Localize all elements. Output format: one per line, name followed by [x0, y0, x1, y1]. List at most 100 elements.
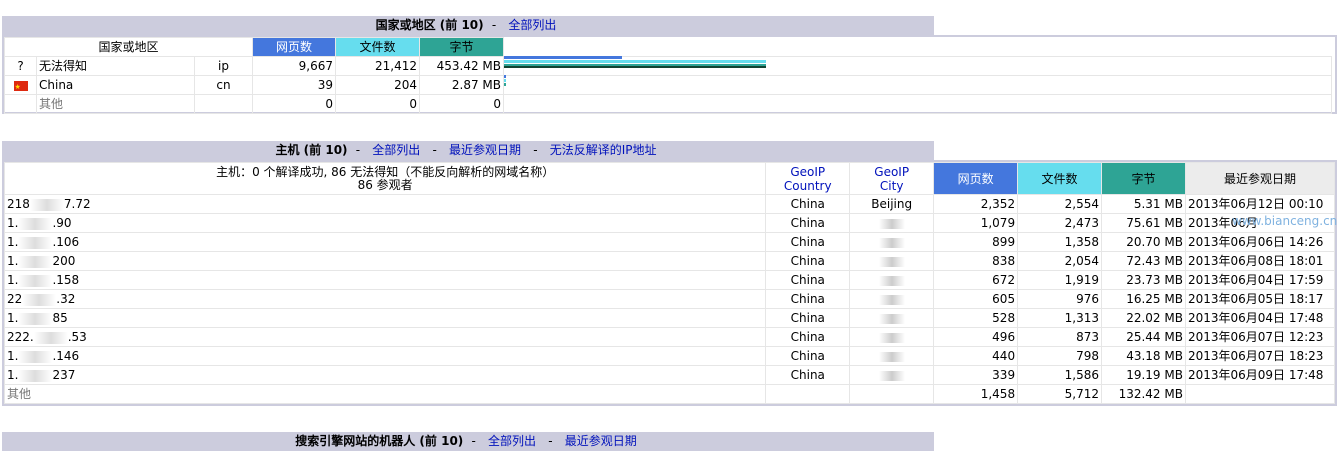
countries-list-all-link[interactable]: 全部列出	[508, 18, 556, 32]
files-value: 204	[335, 75, 420, 95]
hosts-summary-line2: 86 参观者	[357, 177, 413, 192]
col-files: 文件数	[335, 37, 420, 57]
separator: -	[491, 18, 497, 32]
host-ip-prefix: 1.	[7, 311, 19, 325]
hosts-list-all-link[interactable]: 全部列出	[372, 143, 420, 157]
bytes-value: 43.18 MB	[1101, 346, 1186, 366]
robots-title: 搜索引擎网站的机器人 (前 10)	[295, 434, 464, 448]
pages-value: 440	[933, 346, 1019, 366]
pages-value: 339	[933, 365, 1019, 385]
table-row: 1. 85 China 528 1,313 22.02 MB 2013年06月04日 17:…	[3, 308, 1336, 328]
host-ip-prefix: 222.	[7, 330, 34, 344]
redacted-mask	[18, 236, 53, 249]
redacted-mask	[878, 275, 905, 286]
files-value: 1,313	[1017, 308, 1102, 328]
bytes-value: 23.73 MB	[1101, 270, 1186, 290]
files-value: 1,358	[1017, 232, 1102, 252]
separator: -	[432, 143, 437, 157]
host-rows: 218 7.72 China Beijing 2,352 2,554 5.31 MB 2013…	[3, 194, 1336, 385]
country-name: 无法得知	[36, 56, 195, 76]
col-geoip-country[interactable]: GeoIP Country	[765, 162, 851, 195]
bytes-bar-shadow	[504, 66, 766, 68]
countries-title: 国家或地区 (前 10)	[375, 18, 484, 32]
pages-value: 9,667	[252, 56, 336, 76]
host-ip-suffix: 237	[52, 368, 76, 382]
geoip-city	[849, 251, 935, 271]
countries-table-box: 国家或地区 网页数 文件数 字节 ? 无法得知 ip 9,667 21,412 …	[2, 35, 1337, 114]
bar-area-header	[504, 38, 1332, 57]
files-bar	[504, 79, 506, 82]
host-ip-prefix: 1.	[7, 254, 19, 268]
redacted-mask	[878, 294, 905, 305]
files-bar	[504, 60, 766, 63]
files-value: 21,412	[335, 56, 420, 76]
bytes-value: 453.42 MB	[419, 56, 504, 76]
watermark: www.bianceng.cn	[1232, 214, 1338, 228]
bar-cell	[503, 75, 1332, 95]
redacted-mask	[878, 237, 905, 248]
bytes-value: 2.87 MB	[419, 75, 504, 95]
files-value: 873	[1017, 327, 1102, 347]
host-ip-prefix: 1.	[7, 273, 19, 287]
host-ip: 222. .53	[3, 327, 767, 347]
geoip-country: China	[765, 327, 851, 347]
host-ip: 1. 237	[3, 365, 767, 385]
geoip-country: China	[765, 308, 851, 328]
table-row: 1. .146 China 440 798 43.18 MB 2013年06月07日 18:…	[3, 346, 1336, 366]
col-files: 文件数	[1017, 162, 1102, 195]
table-row: 1. .158 China 672 1,919 23.73 MB 2013年06月04日 1…	[3, 270, 1336, 290]
pages-value: 2,352	[933, 194, 1019, 214]
geoip-country: China	[765, 270, 851, 290]
unknown-icon: ?	[4, 56, 37, 76]
hosts-unresolved-ip-link[interactable]: 无法反解译的IP地址	[550, 143, 657, 157]
files-value: 2,473	[1017, 213, 1102, 233]
country-name: China	[36, 75, 195, 95]
pages-value: 1,079	[933, 213, 1019, 233]
bytes-value: 72.43 MB	[1101, 251, 1186, 271]
geoip-country: China	[765, 346, 851, 366]
table-row: 1. 200 China 838 2,054 72.43 MB 2013年06月08日 18…	[3, 251, 1336, 271]
table-row: 1. .90 China 1,079 2,473 75.61 MB 2013年06月	[3, 213, 1336, 233]
pages-value: 899	[933, 232, 1019, 252]
bytes-value: 20.70 MB	[1101, 232, 1186, 252]
separator: -	[548, 434, 553, 448]
hosts-last-visit-link[interactable]: 最近参观日期	[449, 143, 521, 157]
host-ip: 1. 200	[3, 251, 767, 271]
col-geoip-city[interactable]: GeoIP City	[849, 162, 935, 195]
redacted-mask	[18, 369, 53, 382]
host-ip-suffix: .32	[56, 292, 76, 306]
last-visit-value: 2013年06月07日 18:23	[1184, 346, 1336, 366]
host-ip-suffix: .106	[52, 235, 80, 249]
redacted-mask	[878, 218, 905, 229]
last-visit-value: 2013年06月04日 17:48	[1184, 308, 1336, 328]
country-name: 其他	[36, 94, 195, 114]
pages-value: 0	[252, 94, 336, 114]
hosts-section-header: 主机 (前 10) - 全部列出 - 最近参观日期 - 无法反解译的IP地址	[2, 141, 934, 160]
geoip-city	[849, 270, 935, 290]
geoip-city	[849, 289, 935, 309]
col-country: 国家或地区	[4, 37, 253, 57]
geoip-city	[849, 213, 935, 233]
countries-section-header: 国家或地区 (前 10) - 全部列出	[2, 16, 934, 35]
col-pages: 网页数	[933, 162, 1019, 195]
host-ip-suffix: .158	[52, 273, 80, 287]
pages-value: 39	[252, 75, 336, 95]
last-visit-value: 2013年06月06日 14:26	[1184, 232, 1336, 252]
redacted-mask	[29, 198, 64, 211]
host-ip-prefix: 1.	[7, 349, 19, 363]
table-row: China cn 39 204 2.87 MB	[4, 75, 1332, 95]
hosts-summary-line1: 主机：0 个解译成功, 86 无法得知（不能反向解析的网域名称）	[216, 164, 555, 179]
hosts-header-row: 主机：0 个解译成功, 86 无法得知（不能反向解析的网域名称） 86 参观者 …	[3, 162, 1336, 195]
geoip-country: China	[765, 213, 851, 233]
geoip-country: China	[765, 365, 851, 385]
col-last-visit: 最近参观日期	[1184, 162, 1336, 195]
robots-last-visit-link[interactable]: 最近参观日期	[565, 434, 637, 448]
geoip-city	[849, 232, 935, 252]
robots-list-all-link[interactable]: 全部列出	[488, 434, 536, 448]
host-ip-prefix: 1.	[7, 235, 19, 249]
bytes-value: 0	[419, 94, 504, 114]
host-ip: 1. .158	[3, 270, 767, 290]
files-value: 2,054	[1017, 251, 1102, 271]
bytes-value: 22.02 MB	[1101, 308, 1186, 328]
geoip-country: China	[765, 289, 851, 309]
